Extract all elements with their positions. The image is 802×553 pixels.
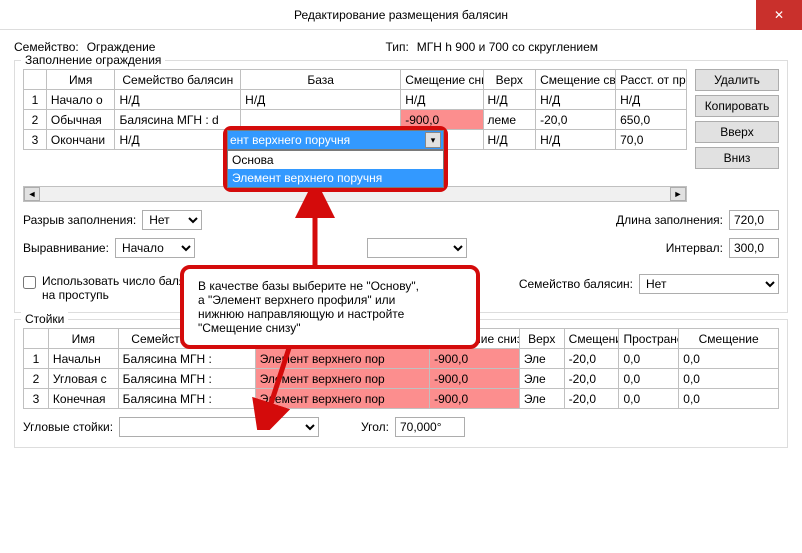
table-row[interactable]: 1 Начало о Н/Д Н/Д Н/Д Н/Д Н/Д Н/Д <box>24 90 687 110</box>
scroll-left-icon[interactable]: ◄ <box>24 187 40 201</box>
scroll-right-icon[interactable]: ► <box>670 187 686 201</box>
close-icon: ✕ <box>774 8 784 22</box>
titlebar: Редактирование размещения балясин ✕ <box>0 0 802 30</box>
type-value: МГН h 900 и 700 со скруглением <box>417 40 598 54</box>
col-offset-top: Смещение сверху <box>536 70 616 90</box>
col-top: Верх <box>483 70 536 90</box>
align-label: Выравнивание: <box>23 241 109 255</box>
dropdown-option[interactable]: Элемент верхнего поручня <box>228 169 443 187</box>
family-label: Семейство: <box>14 40 79 54</box>
interval-input[interactable] <box>729 238 779 258</box>
table-row[interactable]: 2 Угловая с Балясина МГН : Элемент верхн… <box>24 369 779 389</box>
col-dist: Расст. от предыдущ <box>616 70 687 90</box>
posts-legend: Стойки <box>21 312 68 326</box>
annotation-arrow-icon <box>290 190 340 270</box>
annotation-arrow-icon <box>250 340 310 430</box>
table-row[interactable]: 1 Начальн Балясина МГН : Элемент верхнег… <box>24 349 779 369</box>
close-button[interactable]: ✕ <box>756 0 802 30</box>
corner-label: Угловые стойки: <box>23 420 113 434</box>
align-select[interactable]: Начало <box>115 238 195 258</box>
delete-button[interactable]: Удалить <box>695 69 779 91</box>
gap-label: Разрыв заполнения: <box>23 213 136 227</box>
gap-select[interactable]: Нет <box>142 210 202 230</box>
base-dropdown-cell[interactable]: ент верхнего поручня ▾ <box>227 130 444 150</box>
base-dropdown-open: ент верхнего поручня ▾ Основа Элемент ве… <box>223 126 448 192</box>
fill-legend: Заполнение ограждения <box>21 53 165 67</box>
down-button[interactable]: Вниз <box>695 147 779 169</box>
fam-bal-label: Семейство балясин: <box>519 277 633 291</box>
up-button[interactable]: Вверх <box>695 121 779 143</box>
len-label: Длина заполнения: <box>616 213 723 227</box>
annotation-callout: В качестве базы выберите не "Основу", а … <box>180 265 480 349</box>
extra-select[interactable] <box>367 238 467 258</box>
copy-button[interactable]: Копировать <box>695 95 779 117</box>
len-input[interactable] <box>729 210 779 230</box>
base-dropdown-list: Основа Элемент верхнего поручня <box>227 150 444 188</box>
family-value: Ограждение <box>87 40 156 54</box>
table-row[interactable]: 3 Конечная Балясина МГН : Элемент верхне… <box>24 389 779 409</box>
col-base: База <box>241 70 401 90</box>
col-family: Семейство балясин <box>115 70 241 90</box>
col-num <box>24 70 47 90</box>
angle-input[interactable] <box>395 417 465 437</box>
dropdown-option[interactable]: Основа <box>228 151 443 169</box>
fam-bal-select[interactable]: Нет <box>639 274 779 294</box>
use-count-checkbox[interactable] <box>23 276 36 289</box>
type-label: Тип: <box>385 40 408 54</box>
chevron-down-icon[interactable]: ▾ <box>425 132 441 148</box>
col-offset-bottom: Смещение снизу <box>401 70 483 90</box>
window-title: Редактирование размещения балясин <box>294 8 508 22</box>
angle-label: Угол: <box>361 420 389 434</box>
interval-label: Интервал: <box>666 241 723 255</box>
col-name: Имя <box>46 70 115 90</box>
